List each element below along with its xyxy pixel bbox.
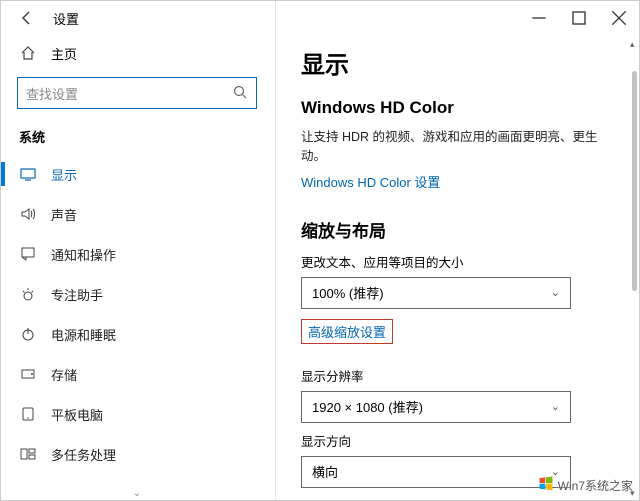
search-wrap: 查找设置	[1, 71, 273, 119]
sidebar-item-storage[interactable]: 存储	[1, 354, 273, 394]
sidebar-item-label: 存储	[51, 365, 77, 384]
home-button[interactable]: 主页	[1, 35, 273, 71]
titlebar: 设置	[1, 1, 639, 35]
multitask-icon	[19, 446, 37, 462]
scroll-thumb[interactable]	[632, 71, 637, 291]
orientation-value: 横向	[312, 462, 338, 481]
focus-icon	[19, 286, 37, 302]
window-controls	[519, 1, 639, 35]
orientation-label: 显示方向	[301, 431, 615, 450]
main-panel: ▴ ▾ 显示 Windows HD Color 让支持 HDR 的视频、游戏和应…	[273, 35, 639, 500]
hd-color-heading: Windows HD Color	[301, 98, 615, 118]
sidebar-item-label: 专注助手	[51, 285, 103, 304]
hd-color-desc: 让支持 HDR 的视频、游戏和应用的画面更明亮、更生动。	[301, 128, 615, 166]
sidebar-item-multitask[interactable]: 多任务处理	[1, 434, 273, 474]
display-icon	[19, 166, 37, 182]
sidebar-item-sound[interactable]: 声音	[1, 194, 273, 234]
search-placeholder: 查找设置	[26, 84, 232, 103]
sidebar-item-focus[interactable]: 专注助手	[1, 274, 273, 314]
sidebar-item-label: 平板电脑	[51, 405, 103, 424]
hd-color-link[interactable]: Windows HD Color 设置	[301, 172, 440, 191]
chevron-down-icon: ⌄	[551, 400, 560, 413]
sidebar-item-display[interactable]: 显示	[1, 154, 273, 194]
scale-heading: 缩放与布局	[301, 217, 615, 242]
multi-display-heading: 多显示器设置	[301, 498, 615, 501]
sidebar-item-label: 通知和操作	[51, 245, 116, 264]
sidebar-item-notifications[interactable]: 通知和操作	[1, 234, 273, 274]
back-button[interactable]	[15, 6, 39, 30]
sidebar-item-power[interactable]: 电源和睡眠	[1, 314, 273, 354]
home-label: 主页	[51, 44, 77, 63]
watermark: Win7系统之家	[538, 475, 633, 496]
home-icon	[19, 45, 37, 61]
watermark-text: Win7系统之家	[558, 477, 633, 494]
sidebar-item-label: 显示	[51, 165, 77, 184]
sidebar-item-label: 电源和睡眠	[51, 325, 116, 344]
storage-icon	[19, 366, 37, 382]
sidebar-item-label: 多任务处理	[51, 445, 116, 464]
window-title: 设置	[53, 9, 79, 28]
section-heading: 系统	[1, 119, 273, 154]
sidebar-item-label: 声音	[51, 205, 77, 224]
search-icon	[232, 84, 248, 103]
page-title: 显示	[301, 45, 615, 80]
minimize-button[interactable]	[519, 1, 559, 35]
tablet-icon	[19, 406, 37, 422]
search-input[interactable]: 查找设置	[17, 77, 257, 109]
sidebar-item-tablet[interactable]: 平板电脑	[1, 394, 273, 434]
text-size-value: 100% (推荐)	[312, 283, 384, 302]
resolution-dropdown[interactable]: 1920 × 1080 (推荐) ⌄	[301, 391, 571, 423]
text-size-dropdown[interactable]: 100% (推荐) ⌄	[301, 277, 571, 309]
resolution-value: 1920 × 1080 (推荐)	[312, 397, 423, 416]
close-button[interactable]	[599, 1, 639, 35]
content: 主页 查找设置 系统 显示 声音 通知和操作 专注助手	[1, 35, 639, 500]
resolution-label: 显示分辨率	[301, 366, 615, 385]
text-size-label: 更改文本、应用等项目的大小	[301, 252, 615, 271]
sidebar: 主页 查找设置 系统 显示 声音 通知和操作 专注助手	[1, 35, 273, 500]
chevron-down-icon: ⌄	[551, 286, 560, 299]
sidebar-scroll-down[interactable]: ⌄	[1, 488, 273, 496]
advanced-scaling-link[interactable]: 高级缩放设置	[301, 319, 393, 344]
orientation-dropdown[interactable]: 横向 ⌄	[301, 456, 571, 488]
scroll-up-icon[interactable]: ▴	[630, 39, 638, 47]
maximize-button[interactable]	[559, 1, 599, 35]
windows-logo-icon	[538, 475, 554, 496]
scrollbar[interactable]: ▴ ▾	[629, 39, 637, 496]
power-icon	[19, 326, 37, 342]
sound-icon	[19, 206, 37, 222]
notifications-icon	[19, 246, 37, 262]
